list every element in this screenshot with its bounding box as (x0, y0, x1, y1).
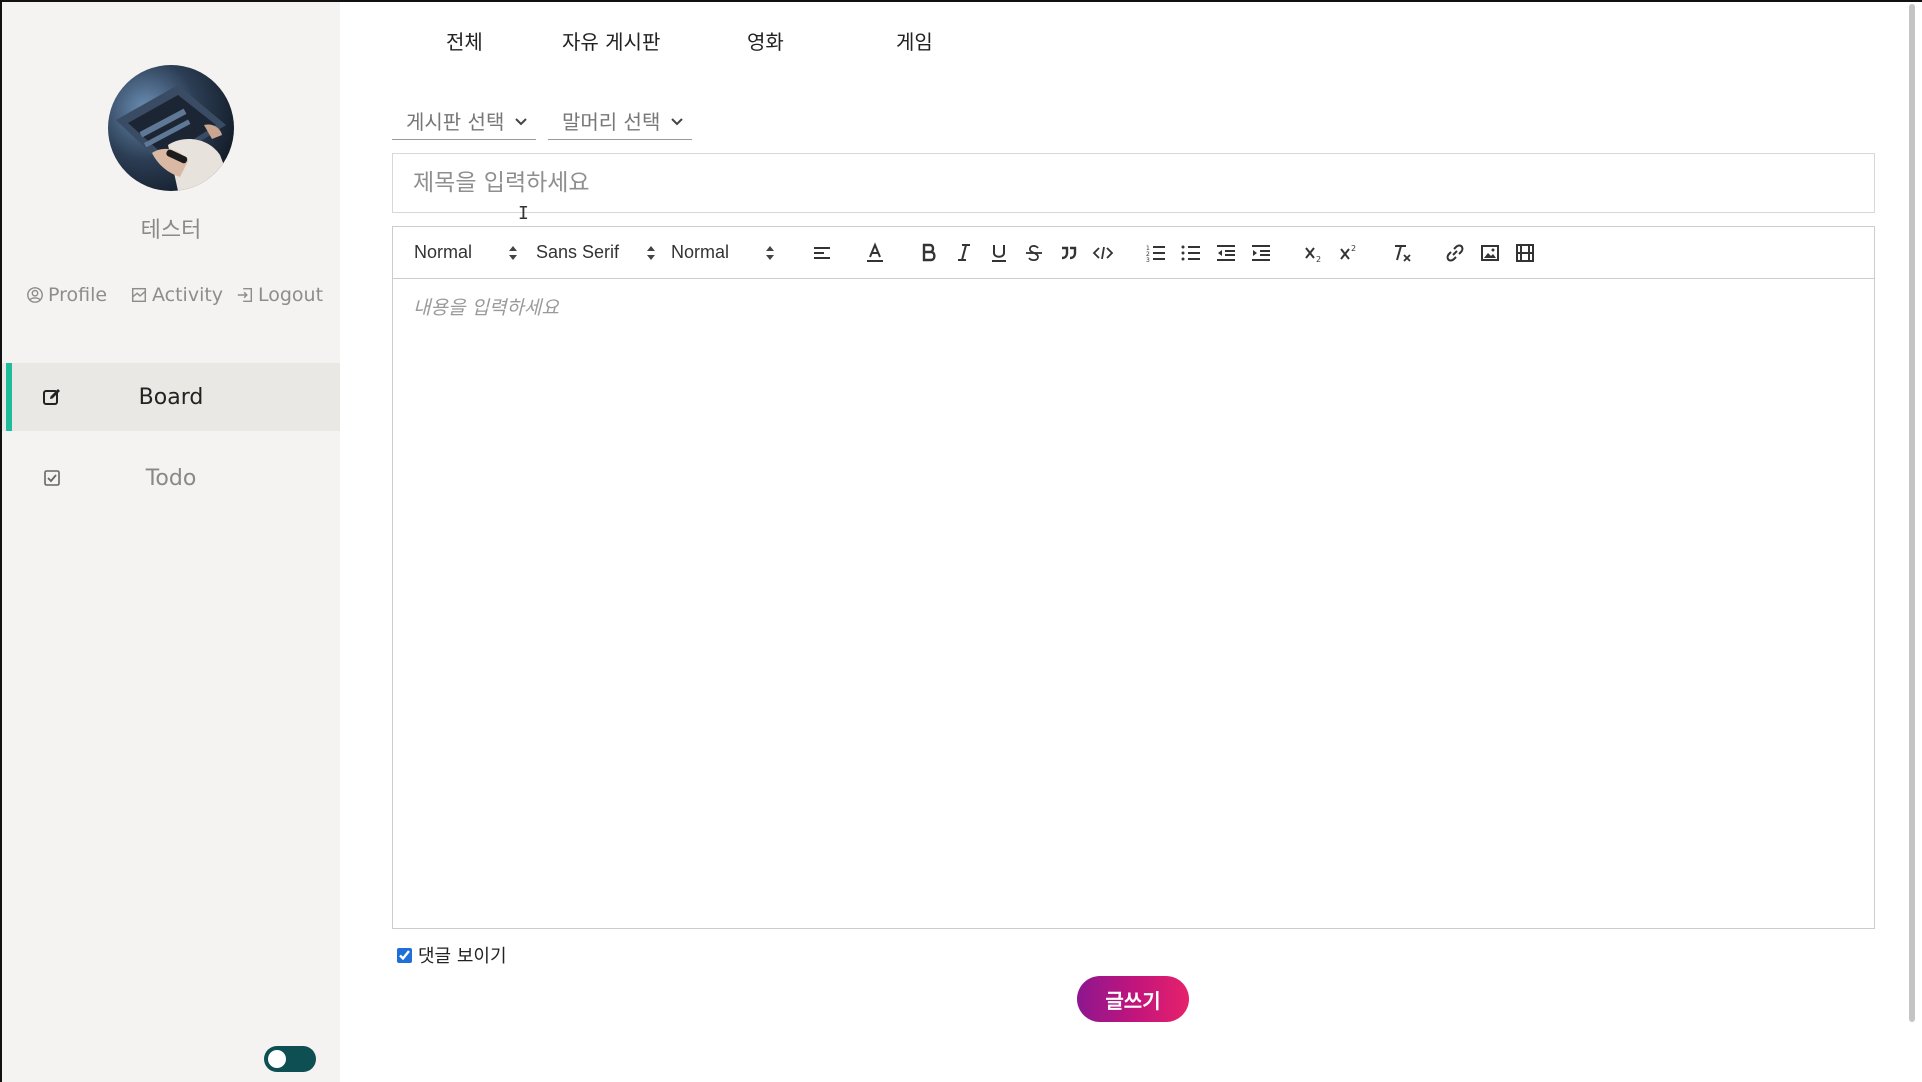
code-icon (1092, 246, 1114, 260)
profile-links: Profile Activity Logout (2, 284, 340, 310)
profile-link-label: Profile (48, 284, 108, 306)
underline-icon (992, 245, 1006, 262)
text-color-icon (867, 242, 883, 262)
sidebar-item-todo[interactable]: Todo (2, 444, 340, 512)
page-scrollbar[interactable] (1908, 2, 1916, 1022)
bullet-list-button[interactable] (1178, 240, 1204, 266)
indent-button[interactable] (1248, 240, 1274, 266)
editor-placeholder: 내용을 입력하세요 (413, 297, 559, 319)
board-select-label: 게시판 선택 (406, 110, 505, 134)
superscript-button[interactable]: 2 (1336, 240, 1362, 266)
video-icon (1516, 244, 1534, 262)
link-button[interactable] (1442, 240, 1468, 266)
superscript-icon: 2 (1340, 244, 1356, 260)
strike-button[interactable] (1021, 240, 1047, 266)
indent-icon (1252, 245, 1270, 261)
link-icon (1446, 244, 1464, 262)
ordered-list-icon: 1 2 3 (1146, 245, 1165, 264)
profile-link[interactable]: Profile (26, 284, 107, 306)
sidebar-item-todo-label: Todo (145, 465, 197, 491)
image-button[interactable] (1477, 240, 1503, 266)
logout-icon (237, 287, 253, 303)
scrollbar-thumb[interactable] (1909, 4, 1915, 1022)
show-comments-label: 댓글 보이기 (418, 946, 507, 967)
show-comments-checkbox[interactable] (397, 947, 412, 963)
logout-link[interactable]: Logout (236, 284, 323, 306)
strike-icon (1026, 245, 1042, 262)
image-icon (1481, 245, 1499, 261)
subscript-button[interactable]: 2 (1301, 240, 1327, 266)
prefix-select[interactable]: 말머리 선택 (548, 102, 692, 140)
avatar[interactable] (108, 65, 234, 191)
video-button[interactable] (1512, 240, 1538, 266)
blockquote-icon (1061, 246, 1077, 260)
size-select[interactable]: Normal (671, 242, 729, 263)
write-post-button[interactable]: 글쓰기 (1077, 976, 1189, 1022)
font-select[interactable]: Sans Serif (536, 242, 619, 263)
text-color-button[interactable] (862, 240, 888, 266)
user-name: 테스터 (140, 218, 202, 243)
select-arrows-icon (509, 246, 517, 260)
tab-movies[interactable]: 영화 (747, 26, 784, 55)
chevron-down-icon (515, 117, 528, 125)
header-select[interactable]: Normal (414, 242, 472, 263)
outdent-icon (1217, 245, 1235, 261)
bold-button[interactable] (916, 240, 942, 266)
dark-mode-toggle[interactable] (264, 1046, 316, 1072)
sidebar-item-board-label: Board (138, 384, 204, 410)
ordered-list-button[interactable]: 1 2 3 (1143, 240, 1169, 266)
show-comments-option[interactable]: 댓글 보이기 (397, 942, 507, 968)
italic-button[interactable] (951, 240, 977, 266)
subscript-icon: 2 (1305, 247, 1321, 264)
editor-content[interactable]: 내용을 입력하세요 (393, 279, 1874, 928)
sidebar: 테스터 Profile Activity Logout Board Todo (2, 2, 340, 1082)
title-input[interactable] (392, 153, 1875, 213)
tab-free-board[interactable]: 자유 게시판 (562, 26, 660, 55)
activity-link[interactable]: Activity (130, 284, 223, 306)
align-button[interactable] (809, 240, 835, 266)
select-arrows-icon (766, 246, 774, 260)
outdent-button[interactable] (1213, 240, 1239, 266)
svg-text:3: 3 (1146, 257, 1150, 264)
bold-icon (922, 243, 936, 262)
tab-games[interactable]: 게임 (896, 26, 933, 55)
rich-text-editor: Normal Sans Serif Normal 1 2 3 2 2 내용을 입… (392, 226, 1875, 929)
user-circle-icon (27, 287, 43, 303)
toggle-knob (268, 1050, 286, 1068)
italic-icon (958, 244, 970, 261)
tab-all[interactable]: 전체 (446, 26, 483, 55)
editor-toolbar: Normal Sans Serif Normal 1 2 3 2 2 (393, 227, 1874, 279)
activity-icon (131, 287, 147, 303)
align-icon (814, 247, 830, 259)
prefix-select-label: 말머리 선택 (562, 110, 661, 134)
select-arrows-icon (647, 246, 655, 260)
svg-text:2: 2 (1351, 244, 1356, 253)
clear-format-button[interactable] (1389, 240, 1415, 266)
code-button[interactable] (1090, 240, 1116, 266)
blockquote-button[interactable] (1056, 240, 1082, 266)
chevron-down-icon (671, 117, 684, 125)
text-cursor-icon: I (518, 203, 529, 224)
bullet-list-icon (1181, 245, 1200, 261)
board-select[interactable]: 게시판 선택 (392, 102, 536, 140)
underline-button[interactable] (986, 240, 1012, 266)
clear-format-icon (1395, 245, 1411, 262)
app-window: 테스터 Profile Activity Logout Board Todo 전… (0, 0, 1922, 1082)
logout-link-label: Logout (258, 284, 324, 306)
svg-text:2: 2 (1316, 255, 1321, 264)
activity-link-label: Activity (152, 284, 224, 306)
sidebar-item-board[interactable]: Board (2, 363, 340, 431)
